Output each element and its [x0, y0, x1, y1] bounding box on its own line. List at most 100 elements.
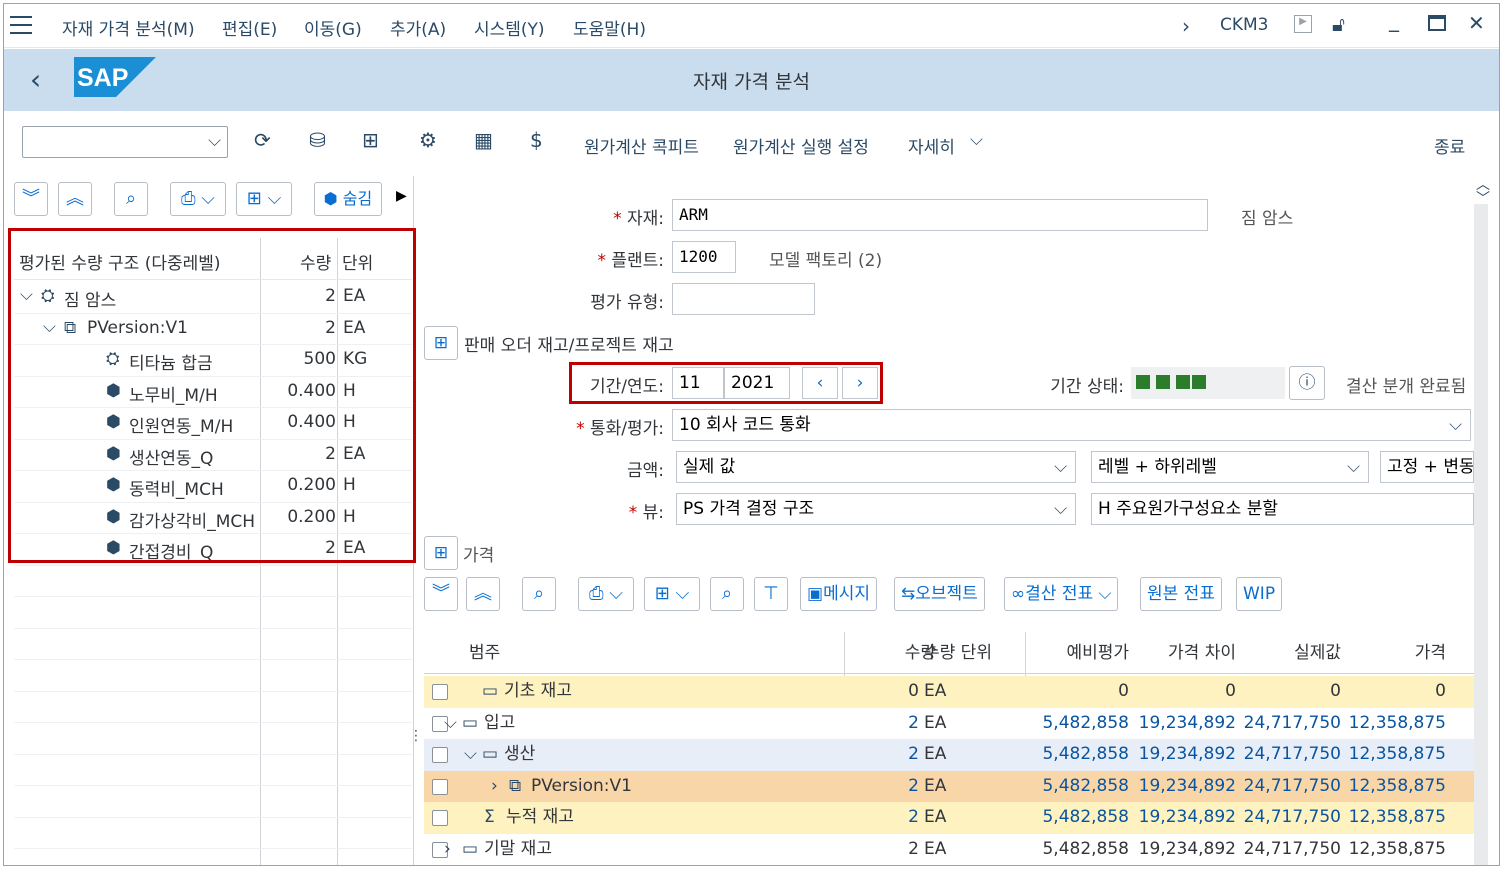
table-icon[interactable]: ▦: [474, 128, 493, 152]
fixed-variable-select[interactable]: 고정 + 변동: [1380, 451, 1474, 483]
chevron-right-icon[interactable]: ›: [444, 834, 451, 866]
price-diff-cell: 19,234,892: [1138, 712, 1236, 733]
chevron-right-icon[interactable]: ›: [1182, 14, 1190, 38]
close-icon[interactable]: ✕: [1468, 11, 1485, 35]
grid-row[interactable]: › ▭ 기말 재고 2 EA 5,482,858 19,234,892 24,717,750 1…: [424, 833, 1474, 866]
folder-open-icon: ▭: [482, 744, 499, 764]
costing-run-settings-button[interactable]: 원가계산 실행 설정: [733, 133, 869, 158]
actual-cell: 24,717,750: [1243, 807, 1341, 827]
chevron-right-icon[interactable]: ›: [491, 771, 498, 803]
expand-section-icon[interactable]: ⊞: [424, 536, 458, 570]
fixed-variable-value: 고정 + 변동: [1387, 457, 1474, 477]
more-button[interactable]: 자세히: [908, 133, 955, 158]
glasses-icon: ∞: [1011, 584, 1026, 604]
exit-button[interactable]: 종료: [1434, 133, 1465, 158]
amount-select[interactable]: 실제 값 ⌵: [676, 451, 1076, 483]
grid-row[interactable]: ▭ 기초 재고 0 EA 0 0 0 0: [424, 676, 1474, 708]
row-checkbox[interactable]: [432, 747, 448, 763]
price-cell: 12,358,875: [1348, 744, 1446, 764]
cost-split-select[interactable]: H 주요원가구성요소 분할: [1091, 493, 1474, 525]
grid-row[interactable]: ⌵ ▭ 생산 2 EA 5,482,858 19,234,892 24,717,750 12,3…: [424, 739, 1474, 771]
menu-goto[interactable]: 이동(G): [304, 15, 362, 40]
hierarchy-icon[interactable]: ⊤: [754, 577, 788, 611]
cube-icon: ⬢: [323, 189, 338, 208]
menu-system[interactable]: 시스템(Y): [474, 15, 545, 40]
menu-extras[interactable]: 추가(A): [390, 15, 446, 40]
row-checkbox[interactable]: [432, 778, 448, 795]
expand-all-icon[interactable]: ︾: [424, 577, 458, 611]
prelim-cell: 0: [1118, 681, 1129, 701]
chevron-down-icon[interactable]: ⌵: [444, 708, 457, 740]
valuation-type-input[interactable]: [672, 283, 815, 315]
category-cell: 입고: [484, 712, 516, 733]
prelim-cell: 5,482,858: [1042, 712, 1129, 733]
row-checkbox[interactable]: [432, 684, 448, 700]
level-select[interactable]: 레벨 + 하위레벨 ⌵: [1091, 451, 1369, 483]
maximize-icon[interactable]: [1428, 15, 1446, 31]
page-title: 자재 가격 분석: [693, 71, 810, 93]
splitter-handle[interactable]: ⋮: [409, 728, 423, 744]
expand-all-icon[interactable]: ︾: [14, 182, 48, 216]
menu-material-price[interactable]: 자재 가격 분석(M): [62, 15, 195, 40]
triangle-right-icon[interactable]: ▶: [396, 188, 407, 204]
row-checkbox[interactable]: [432, 810, 448, 826]
refresh-icon[interactable]: ⟳: [254, 128, 271, 152]
cost-component-icon[interactable]: ⚙: [419, 128, 437, 152]
menu-edit[interactable]: 편집(E): [222, 15, 277, 40]
search-icon[interactable]: ⌕: [114, 182, 148, 216]
expand-section-icon[interactable]: ⊞: [424, 326, 458, 360]
empty-row: [14, 629, 412, 660]
highlight-box: [8, 228, 416, 563]
unlock-icon[interactable]: 🔓︎: [1332, 12, 1345, 36]
column-header-category: 범주: [469, 643, 501, 663]
price-diff-cell: 0: [1225, 681, 1236, 701]
unit-cell: EA: [924, 681, 947, 701]
wip-button[interactable]: WIP: [1236, 577, 1283, 611]
qty-cell: 2: [908, 807, 919, 827]
price-diff-cell: 19,234,892: [1138, 807, 1236, 827]
material-input[interactable]: ARM: [672, 199, 1208, 231]
minimize-icon[interactable]: _: [1389, 8, 1399, 32]
info-icon[interactable]: ⓘ: [1289, 366, 1325, 400]
search-icon[interactable]: ⌕: [522, 577, 556, 611]
grid-row[interactable]: › ⧉ PVersion:V1 2 EA 5,482,858 19,234,892 24,71…: [424, 770, 1474, 803]
zoom-icon[interactable]: ⌕: [710, 577, 744, 611]
plant-description: 모델 팩토리 (2): [769, 251, 883, 271]
closing-document-button[interactable]: ∞결산 전표 ⌵: [1004, 577, 1119, 611]
sum-icon: Σ: [484, 807, 495, 827]
grid-row[interactable]: ⌵ ▭ 입고 2 EA 5,482,858 19,234,892 24,717,750 12,3…: [424, 707, 1474, 740]
original-document-button[interactable]: 원본 전표: [1140, 577, 1222, 611]
layout-icon[interactable]: ⊞ ⌵: [644, 577, 700, 611]
money-bag-icon[interactable]: $: [530, 128, 543, 152]
scrollbar[interactable]: [1474, 204, 1488, 865]
grid-header: 범주 수량 수량 단위 예비평가 가격 차이 실제값 가격: [424, 632, 1474, 674]
variant-select[interactable]: ⌵: [22, 126, 228, 158]
qty-cell: 2: [908, 775, 919, 796]
currency-select[interactable]: 10 회사 코드 통화 ⌵: [672, 409, 1471, 441]
print-icon[interactable]: ⎙ ⌵: [170, 182, 226, 216]
print-icon[interactable]: ⎙ ⌵: [578, 577, 634, 611]
costing-cockpit-button[interactable]: 원가계산 콕피트: [584, 133, 699, 158]
plant-input[interactable]: 1200: [672, 241, 736, 273]
price-cell: 12,358,875: [1348, 775, 1446, 796]
message-button[interactable]: ▣메시지: [800, 577, 877, 611]
hide-button[interactable]: ⬢ 숨김: [314, 182, 382, 216]
title-bar: ‹ SAP 자재 가격 분석: [4, 49, 1499, 111]
grid-row[interactable]: Σ 누적 재고 2 EA 5,482,858 19,234,892 24,717,750 12…: [424, 802, 1474, 834]
folder-icon: ▭: [462, 838, 479, 859]
collapse-all-icon[interactable]: ︽: [58, 182, 92, 216]
column-header-unit: 수량 단위: [924, 643, 992, 663]
layout-icon[interactable]: ⊞ ⌵: [236, 182, 292, 216]
hierarchy-icon[interactable]: ⊞: [362, 128, 379, 152]
actual-cell: 0: [1330, 681, 1341, 701]
view-select[interactable]: PS 가격 결정 구조 ⌵: [676, 493, 1076, 525]
message-icon: ▣: [807, 584, 824, 604]
play-icon[interactable]: ▶: [1294, 15, 1312, 33]
menu-help[interactable]: 도움말(H): [573, 15, 646, 40]
hamburger-icon[interactable]: [10, 16, 32, 34]
collapse-all-icon[interactable]: ︽: [466, 577, 500, 611]
chevron-down-icon[interactable]: ⌵: [464, 739, 477, 771]
coins-icon[interactable]: ⛁: [309, 128, 326, 152]
view-value: PS 가격 결정 구조: [683, 499, 815, 519]
object-button[interactable]: ⇆오브젝트: [894, 577, 985, 611]
